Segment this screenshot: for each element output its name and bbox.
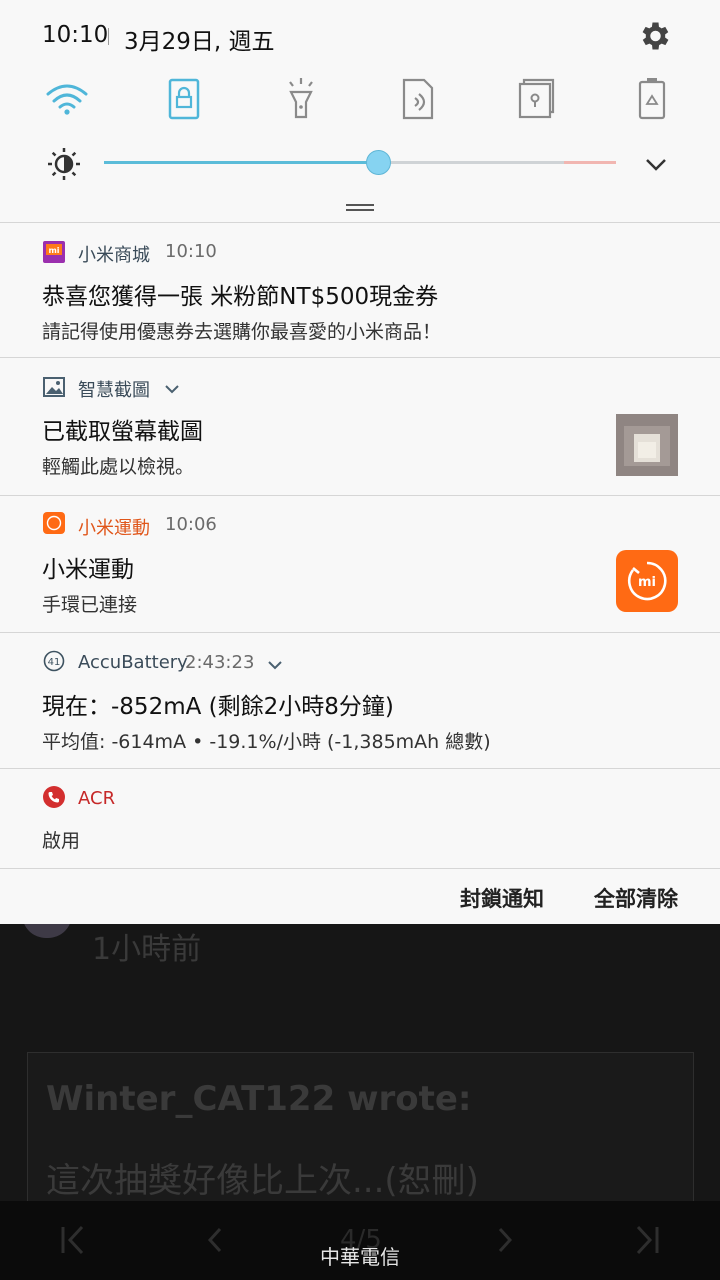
brightness-icon — [48, 148, 80, 180]
notification-body: 啟用 — [42, 830, 81, 852]
app-name: 小米運動 — [78, 518, 150, 539]
notification-title: 恭喜您獲得一張 米粉節NT$500現金券 — [42, 284, 439, 310]
notification-body: 請記得使用優惠券去選購你最喜愛的小米商品！ — [42, 321, 442, 343]
screenshot-thumbnail[interactable] — [616, 414, 678, 476]
post-time: 1小時前 — [92, 932, 202, 967]
carrier-label: 中華電信 — [320, 1245, 400, 1269]
background-app: 1小時前 Winter_CAT122 wrote: 這次抽獎好像比上次...(恕… — [0, 914, 720, 1280]
battery-percent: 41 — [48, 657, 61, 668]
app-name: 小米商城 — [78, 245, 150, 266]
flashlight-icon — [289, 78, 313, 119]
mi-fit-icon — [43, 512, 65, 534]
notification-title: 現在：-852mA (剩餘2小時8分鐘) — [42, 694, 394, 720]
notification-acr[interactable]: ACR 啟用 — [0, 768, 720, 869]
thumbnail-image — [616, 414, 678, 476]
nfc-toggle[interactable] — [393, 74, 443, 124]
app-name: 智慧截圖 — [78, 380, 150, 401]
chevron-down-icon[interactable] — [642, 150, 670, 178]
mi-store-icon: mi — [43, 241, 65, 263]
screen-lock-icon — [168, 78, 200, 120]
gear-icon[interactable] — [636, 18, 672, 54]
timestamp: 2:43:23 — [185, 652, 255, 673]
flashlight-toggle[interactable] — [276, 74, 326, 124]
mi-fit-large-icon: mi — [616, 550, 678, 612]
image-icon — [43, 377, 65, 397]
notification-body: 平均值: -614mA • -19.1%/小時 (-1,385mAh 總數) — [42, 731, 491, 753]
app-name: AccuBattery — [78, 652, 188, 673]
divider — [108, 28, 109, 45]
clear-all-button[interactable]: 全部清除 — [594, 883, 678, 913]
nfc-icon — [402, 78, 434, 120]
date: 3月29日, 週五 — [124, 29, 275, 55]
battery-recycle-icon — [638, 78, 666, 120]
brightness-track-high[interactable] — [564, 161, 616, 164]
notification-title: 小米運動 — [42, 557, 134, 583]
secure-folder-toggle[interactable] — [510, 74, 560, 124]
notification-actions: 封鎖通知 全部清除 — [0, 868, 720, 924]
app-name: ACR — [78, 788, 116, 809]
notification-mi-fit[interactable]: 小米運動 10:06 小米運動 手環已連接 mi — [0, 495, 720, 633]
quote-text: 這次抽獎好像比上次...(恕刪) — [46, 1161, 479, 1201]
chevron-down-icon[interactable] — [267, 659, 283, 671]
svg-text:mi: mi — [48, 246, 59, 255]
notification-screenshot[interactable]: 智慧截圖 已截取螢幕截圖 輕觸此處以檢視。 — [0, 357, 720, 496]
battery-level-icon: 41 — [43, 650, 65, 672]
drag-handle[interactable] — [346, 204, 374, 214]
brightness-track[interactable] — [378, 161, 564, 164]
block-notifications-button[interactable]: 封鎖通知 — [460, 883, 544, 913]
quote-author: Winter_CAT122 wrote: — [46, 1079, 472, 1119]
clock: 10:10 — [42, 22, 109, 48]
phone-icon — [43, 786, 65, 808]
status-header: 10:10 3月29日, 週五 — [0, 0, 720, 72]
mi-logo-icon: mi — [628, 561, 667, 601]
notification-shade: 10:10 3月29日, 週五 mi 小米商城 10:10 恭喜您獲得一張 米粉… — [0, 0, 720, 924]
notification-accubattery[interactable]: 41 AccuBattery 2:43:23 現在：-852mA (剩餘2小時8… — [0, 632, 720, 769]
notification-body: 輕觸此處以檢視。 — [42, 456, 195, 478]
notification-mi-store[interactable]: mi 小米商城 10:10 恭喜您獲得一張 米粉節NT$500現金券 請記得使用… — [0, 222, 720, 358]
svg-text:mi: mi — [638, 575, 656, 590]
chevron-down-icon[interactable] — [164, 383, 180, 395]
timestamp: 10:06 — [165, 514, 217, 535]
wifi-icon — [46, 84, 88, 115]
secure-folder-icon — [518, 78, 555, 119]
power-saving-toggle[interactable] — [627, 74, 677, 124]
notification-title: 已截取螢幕截圖 — [42, 419, 203, 445]
timestamp: 10:10 — [165, 241, 217, 262]
brightness-slider-thumb[interactable] — [366, 150, 391, 175]
rotation-lock-toggle[interactable] — [159, 74, 209, 124]
wifi-toggle[interactable] — [42, 74, 92, 124]
brightness-track-fill[interactable] — [104, 161, 378, 164]
notification-body: 手環已連接 — [42, 594, 138, 616]
brightness-control — [0, 136, 720, 192]
pagination-bar: 4/5 中華電信 — [0, 1201, 720, 1280]
